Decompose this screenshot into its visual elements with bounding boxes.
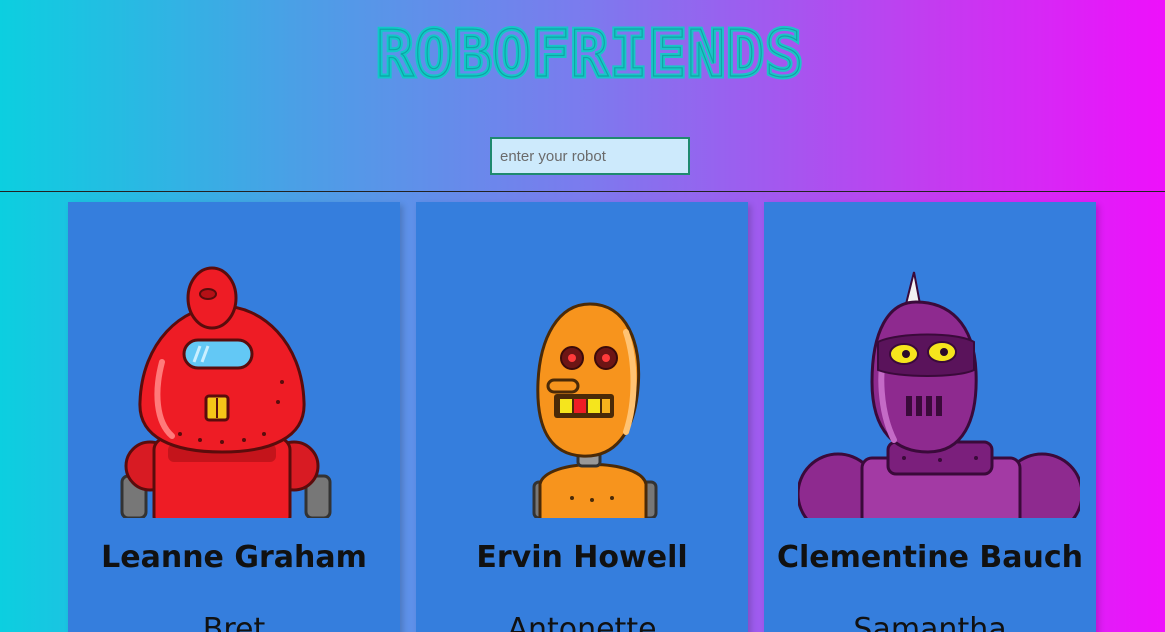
svg-text:ROBOFRIENDS: ROBOFRIENDS <box>376 18 804 84</box>
robofriends-logo: ROBOFRIENDS ROBOFRIENDS <box>374 18 806 84</box>
robot-card[interactable]: Ervin Howell Antonette <box>416 202 748 632</box>
robot-image-orange <box>532 302 658 518</box>
search-input[interactable] <box>490 137 690 175</box>
robot-name: Clementine Bauch <box>777 540 1083 575</box>
robot-card[interactable]: Clementine Bauch Samantha <box>764 202 1096 632</box>
robot-username: Bret <box>202 612 266 632</box>
robot-image-purple <box>798 271 1080 518</box>
robot-name: Leanne Graham <box>101 540 367 575</box>
page-header: ROBOFRIENDS ROBOFRIENDS <box>0 0 1165 192</box>
robot-card[interactable]: Leanne Graham Bret <box>68 202 400 632</box>
robot-username: Antonette <box>507 612 657 632</box>
robot-name: Ervin Howell <box>476 540 688 575</box>
robot-username: Samantha <box>853 612 1007 632</box>
robot-image-red <box>120 266 332 518</box>
